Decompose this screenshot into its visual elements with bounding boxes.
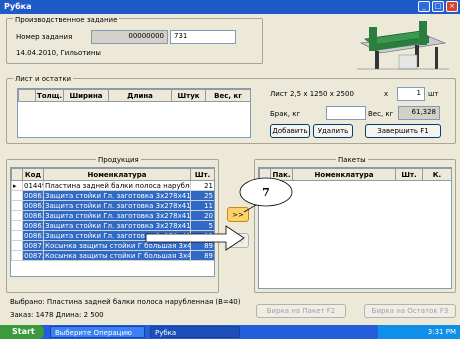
sheets-group-label: Лист и остатки	[13, 75, 74, 83]
task-group-label: Производственное задание	[13, 16, 120, 24]
sheets-col-width[interactable]: Ширина	[63, 89, 109, 102]
order-info: Заказ: 1478 Длина: 2 500	[10, 311, 104, 319]
minimize-button[interactable]: _	[418, 1, 430, 12]
sheet-info: Лист 2,5 x 1250 x 2500	[270, 90, 354, 98]
start-button[interactable]: Start	[0, 325, 44, 339]
finish-button[interactable]: Завершить F1	[365, 124, 441, 138]
scrap-field[interactable]	[326, 106, 366, 120]
packages-col-qty[interactable]: Шт.	[395, 168, 423, 181]
maximize-button[interactable]: □	[432, 1, 444, 12]
sheet-x-label: x	[384, 90, 389, 98]
tag-package-button[interactable]: Бирка на Пакет F2	[256, 304, 346, 318]
callout-annotation: 7	[145, 177, 293, 251]
products-col-code[interactable]: Код	[22, 168, 44, 181]
taskbar: Start Выберите Операцию Рубка 3:31 PM	[0, 325, 460, 339]
packages-group-label: Пакеты	[336, 156, 368, 164]
sheets-col-weight[interactable]: Вес, кг	[205, 89, 250, 102]
selected-info: Выбрано: Пластина задней балки полоса на…	[10, 298, 241, 306]
delete-button[interactable]: Удалить	[313, 124, 353, 138]
close-button[interactable]: ×	[446, 1, 458, 12]
task-number-field[interactable]: 00000000	[91, 30, 168, 44]
products-col-marker	[11, 168, 23, 181]
taskbar-item-rubka[interactable]: Рубка	[150, 326, 240, 338]
taskbar-item-select-operation[interactable]: Выберите Операцию	[50, 326, 145, 338]
weight-field: 61,328	[398, 106, 440, 120]
sheets-col-thickness[interactable]: Толщ.	[35, 89, 64, 102]
products-group-label: Продукция	[96, 156, 141, 164]
clock: 3:31 PM	[427, 328, 456, 336]
add-button[interactable]: Добавить	[270, 124, 310, 138]
window-title: Рубка	[4, 2, 32, 11]
sheet-qty-field[interactable]: 1	[397, 87, 425, 101]
guillotine-machine-image	[357, 21, 449, 70]
sheets-col-length[interactable]: Длина	[108, 89, 172, 102]
window-title-bar: Рубка	[0, 0, 460, 14]
tag-remainder-button[interactable]: Бирка на Остаток F3	[364, 304, 456, 318]
callout-number: 7	[262, 186, 270, 199]
task-number-suffix-field[interactable]: 731	[170, 30, 236, 44]
sheets-col-count[interactable]: Штук	[171, 89, 206, 102]
packages-col-k[interactable]: К.	[422, 168, 451, 181]
sheets-table[interactable]: Толщ. Ширина Длина Штук Вес, кг	[17, 88, 251, 138]
window-controls: _ □ ×	[418, 1, 458, 12]
scrap-label: Брак, кг	[270, 110, 301, 118]
sheet-qty-unit: шт	[428, 90, 439, 98]
task-date-line: 14.04.2010, Гильотины	[16, 49, 101, 57]
sheets-table-header: Толщ. Ширина Длина Штук Вес, кг	[18, 89, 250, 102]
weight-label: Вес, кг	[368, 110, 394, 118]
sheets-col-marker	[18, 89, 36, 102]
system-tray: 3:31 PM	[378, 325, 460, 339]
task-number-label: Номер задания	[16, 33, 73, 41]
